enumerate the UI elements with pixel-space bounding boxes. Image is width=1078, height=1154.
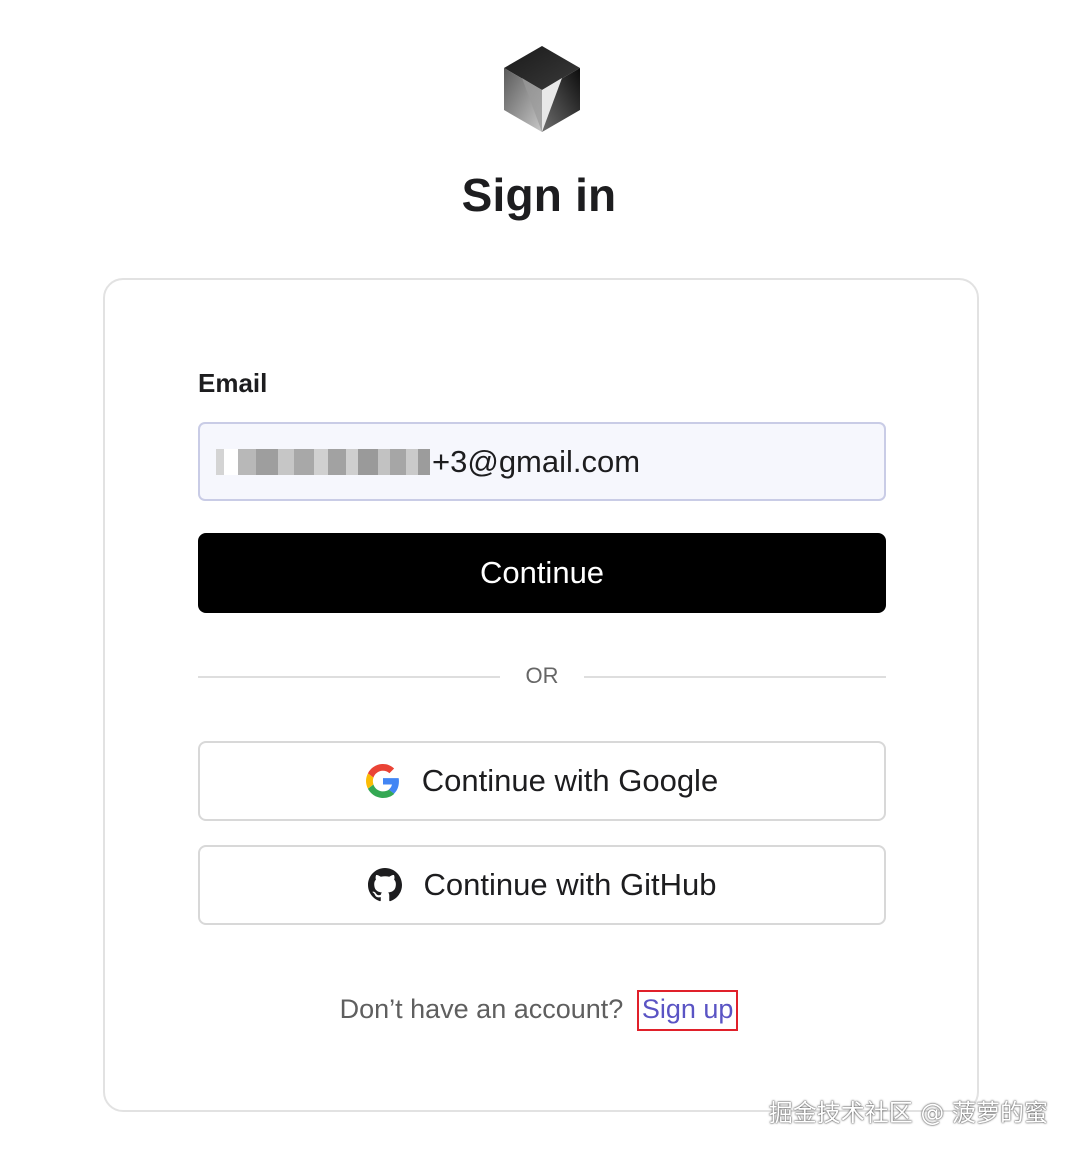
email-value: +3@gmail.com	[432, 443, 641, 479]
continue-with-google-button[interactable]: Continue with Google	[198, 741, 886, 821]
signup-prompt-row: Don’t have an account? Sign up	[0, 990, 1078, 1031]
sign-up-link[interactable]: Sign up	[636, 990, 739, 1031]
email-label: Email	[198, 368, 268, 398]
cube-logo-icon	[500, 44, 584, 134]
watermark-text: 掘金技术社区 @ 菠萝的蜜	[768, 1099, 1048, 1127]
redacted-email-prefix	[216, 445, 430, 479]
or-divider-text: OR	[525, 663, 559, 688]
divider-left	[198, 676, 500, 678]
email-field[interactable]: +3@gmail.com	[198, 422, 886, 501]
github-icon	[367, 868, 402, 902]
google-button-label: Continue with Google	[421, 763, 719, 798]
continue-with-github-button[interactable]: Continue with GitHub	[198, 845, 886, 925]
page-title: Sign in	[461, 169, 617, 221]
github-button-label: Continue with GitHub	[423, 867, 717, 902]
signup-prompt-text: Don’t have an account?	[339, 994, 624, 1024]
google-icon	[365, 764, 400, 798]
sign-in-card	[103, 278, 979, 1112]
divider-right	[584, 676, 886, 678]
continue-button[interactable]: Continue	[198, 533, 886, 613]
